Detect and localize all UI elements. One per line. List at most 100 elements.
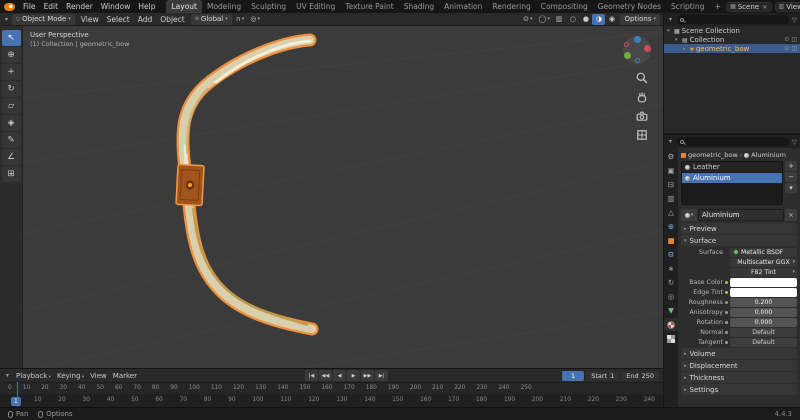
properties-tab[interactable]: [664, 332, 678, 345]
workspace-tab[interactable]: Shading: [399, 0, 439, 13]
unlink-scene-icon[interactable]: ×: [761, 3, 767, 11]
filter-icon[interactable]: ▽: [792, 16, 797, 24]
pan-hand-icon[interactable]: [636, 91, 648, 103]
blender-logo-icon[interactable]: [4, 2, 15, 11]
properties-tab[interactable]: [664, 178, 678, 191]
playback-button[interactable]: ▶|: [375, 370, 388, 381]
playback-button[interactable]: ◀◀: [319, 370, 332, 381]
workspace-tab[interactable]: Geometry Nodes: [593, 0, 666, 13]
properties-tab[interactable]: [664, 192, 678, 205]
properties-tab[interactable]: [664, 164, 678, 177]
mode-selector[interactable]: ◻ Object Mode ▾: [12, 13, 75, 25]
editor-type-icon[interactable]: ▾: [667, 16, 674, 23]
material-slot[interactable]: Leather: [682, 162, 782, 173]
zoom-icon[interactable]: [636, 72, 648, 84]
axis-negative-z-handle[interactable]: [635, 58, 640, 63]
render-visibility-camera-icon[interactable]: ◫: [791, 36, 797, 43]
panel-thickness[interactable]: ▸ Thickness: [681, 372, 797, 383]
menu-item[interactable]: Add: [134, 15, 157, 24]
property-field[interactable]: F82 Tint: [730, 267, 797, 277]
camera-view-icon[interactable]: [636, 110, 648, 122]
transform-orientation-selector[interactable]: ⊕ Global ▾: [190, 13, 232, 25]
axis-x-handle[interactable]: [644, 45, 651, 52]
current-frame-field[interactable]: 1: [562, 370, 585, 381]
properties-tab[interactable]: [664, 318, 678, 331]
properties-tab[interactable]: [664, 150, 678, 163]
menu-item[interactable]: Window: [97, 0, 135, 13]
disclosure-icon[interactable]: ▾: [667, 28, 672, 34]
shading-mode-button[interactable]: [605, 14, 618, 25]
properties-tab[interactable]: [664, 262, 678, 275]
render-visibility-camera-icon[interactable]: ◫: [791, 45, 797, 52]
menu-item[interactable]: Select: [103, 15, 134, 24]
tool-button[interactable]: ✎: [1, 132, 21, 148]
viewport-canvas[interactable]: [0, 26, 663, 368]
properties-tab[interactable]: [664, 206, 678, 219]
toggle-perspective-grid-icon[interactable]: [636, 129, 648, 141]
playhead-frame-badge[interactable]: 1: [11, 397, 21, 406]
view-layer-selector[interactable]: ▥ ViewLayer ×: [774, 1, 800, 12]
proportional-editing-toggle[interactable]: ◎ ▾: [248, 14, 262, 25]
xray-toggle[interactable]: ▥: [554, 14, 565, 25]
panel-displacement[interactable]: ▸ Displacement: [681, 360, 797, 371]
timeline-ruler[interactable]: 0 10 20 30 40 50 60 70 80 90 100 110 120 130 140 150 160…: [0, 382, 663, 394]
editor-type-icon[interactable]: ▾: [667, 138, 674, 145]
property-field[interactable]: Multiscatter GGX: [730, 257, 797, 267]
add-slot-button[interactable]: +: [785, 161, 797, 171]
navigation-gizmo[interactable]: [623, 36, 651, 64]
tool-button[interactable]: ◈: [1, 115, 21, 131]
overlays-dropdown[interactable]: ◯ ▾: [536, 14, 551, 25]
menu-item[interactable]: Edit: [40, 0, 63, 13]
property-field[interactable]: [730, 287, 797, 297]
browse-material-button[interactable]: ▾: [681, 209, 697, 221]
properties-tab[interactable]: [664, 234, 678, 247]
frame-end-field[interactable]: End 250: [621, 370, 659, 381]
editor-type-icon[interactable]: ▾: [3, 16, 10, 23]
menu-item[interactable]: View: [77, 15, 103, 24]
property-field[interactable]: 0.000: [730, 317, 797, 327]
disclosure-icon[interactable]: ▾: [675, 37, 680, 43]
tool-button[interactable]: +: [1, 64, 21, 80]
panel-settings[interactable]: ▸ Settings: [681, 384, 797, 395]
panel-volume[interactable]: ▸ Volume: [681, 348, 797, 359]
outliner-row[interactable]: ▾ Collection ⊙ ◫: [664, 35, 800, 44]
disclosure-icon[interactable]: ▸: [683, 46, 688, 52]
scene-selector[interactable]: ▦ Scene ×: [726, 1, 772, 12]
menu-item[interactable]: Marker: [110, 372, 140, 380]
slot-specials-menu[interactable]: ▾: [785, 183, 797, 193]
properties-tab[interactable]: [664, 304, 678, 317]
menu-item[interactable]: Keying: [54, 372, 87, 380]
breadcrumb-object[interactable]: geometric_bow: [688, 151, 738, 159]
tool-button[interactable]: ↻: [1, 81, 21, 97]
playback-button[interactable]: ▶: [347, 370, 360, 381]
properties-tab[interactable]: [664, 276, 678, 289]
properties-tab[interactable]: [664, 220, 678, 233]
filter-icon[interactable]: ▽: [792, 138, 797, 146]
workspace-tab[interactable]: Compositing: [536, 0, 593, 13]
tool-button[interactable]: ▱: [1, 98, 21, 114]
axis-z-handle[interactable]: [634, 36, 641, 43]
viewport-3d[interactable]: User Perspective (1) Collection | geomet…: [0, 26, 663, 368]
workspace-tab[interactable]: Animation: [439, 0, 487, 13]
property-field[interactable]: Default: [730, 327, 797, 337]
outliner-row[interactable]: ▸ geometric_bow ⊙ ◫: [664, 44, 800, 53]
menu-item[interactable]: Playback: [13, 372, 54, 380]
property-field[interactable]: 0.000: [730, 307, 797, 317]
workspace-tab[interactable]: Scripting: [666, 0, 709, 13]
playback-button[interactable]: ◀: [333, 370, 346, 381]
workspace-tab[interactable]: Rendering: [487, 0, 535, 13]
axis-y-handle[interactable]: [624, 52, 631, 59]
axis-negative-x-handle[interactable]: [624, 42, 629, 47]
viewport-options-dropdown[interactable]: Options ▾: [620, 13, 660, 25]
material-slot[interactable]: Aluminium: [682, 173, 782, 184]
snap-toggle[interactable]: ∩ ▾: [234, 14, 247, 25]
property-field[interactable]: Metallic BSDF: [730, 247, 797, 257]
gizmos-dropdown[interactable]: ⊙ ▾: [521, 14, 534, 25]
workspace-tab[interactable]: Layout: [166, 0, 202, 13]
shading-mode-button[interactable]: [592, 13, 606, 25]
material-name-field[interactable]: Aluminium: [698, 209, 784, 221]
breadcrumb-material[interactable]: Aluminium: [751, 151, 786, 159]
remove-slot-button[interactable]: −: [785, 172, 797, 182]
workspace-tab[interactable]: Modeling: [202, 0, 246, 13]
menu-item[interactable]: Help: [134, 0, 159, 13]
